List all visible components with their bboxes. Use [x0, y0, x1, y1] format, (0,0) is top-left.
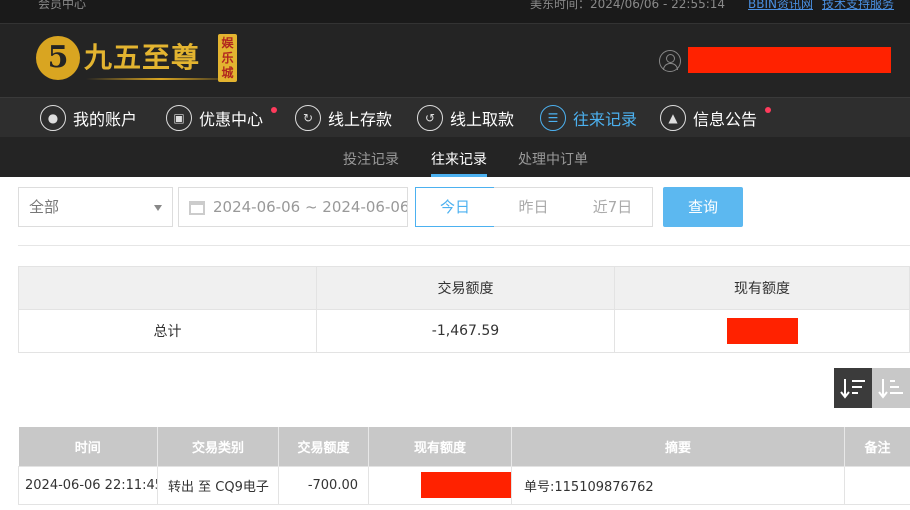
bbin-news-link[interactable]: BBIN资讯网 [748, 0, 813, 12]
nav-label: 线上取款 [450, 110, 515, 129]
query-button[interactable]: 查询 [663, 187, 743, 227]
site-header: 5 九五至尊 娱乐城 [0, 23, 910, 97]
sort-ascending-button[interactable] [872, 368, 910, 408]
header-balance[interactable]: 现有额度 [368, 427, 512, 466]
summary-table: 交易额度 现有额度 总计 -1,467.59 [18, 266, 910, 353]
active-tab-indicator [431, 174, 487, 177]
today-button[interactable]: 今日 [415, 187, 495, 227]
header-type[interactable]: 交易类别 [157, 427, 279, 466]
user-avatar-icon[interactable] [659, 50, 681, 72]
select-value: 全部 [29, 198, 60, 216]
tab-transaction-records[interactable]: 往来记录 [431, 149, 487, 169]
logo-ornament [86, 78, 236, 80]
deposit-icon: ↻ [295, 105, 321, 131]
summary-total-amount: -1,467.59 [316, 309, 615, 353]
logo-mark: 5 [36, 36, 80, 80]
header-note[interactable]: 备注 [844, 427, 910, 466]
record-icon: ☰ [540, 105, 566, 131]
table-row: 2024-06-06 22:11:45 转出 至 CQ9电子 -700.00 单… [18, 465, 910, 505]
sort-descending-button[interactable] [834, 368, 872, 408]
summary-header-empty [18, 266, 317, 310]
header-summary[interactable]: 摘要 [511, 427, 845, 466]
sub-nav: 投注记录 往来记录 处理中订单 [0, 137, 910, 177]
redacted-row-balance [421, 472, 511, 498]
date-range-input[interactable]: 2024-06-06 ~ 2024-06-06 [178, 187, 408, 227]
brand-name: 九五至尊 [84, 41, 201, 74]
detail-header-row: 时间 交易类别 交易额度 现有额度 摘要 备注 [18, 427, 910, 466]
member-center-label: 会员中心 [38, 0, 87, 11]
header-amount[interactable]: 交易额度 [278, 427, 369, 466]
date-range-value: 2024-06-06 ~ 2024-06-06 [213, 198, 408, 216]
brand-logo[interactable]: 5 九五至尊 娱乐城 [36, 34, 246, 88]
nav-label: 我的账户 [73, 110, 138, 129]
nav-label: 往来记录 [573, 110, 638, 129]
nav-my-account[interactable]: ● 我的账户 [40, 98, 137, 138]
nav-label: 信息公告 [693, 110, 758, 129]
last-7-days-button[interactable]: 近7日 [573, 187, 653, 227]
promotions-notification-dot [271, 107, 277, 113]
redacted-username [688, 47, 891, 73]
caret-down-icon [154, 205, 162, 211]
row-amount: -700.00 [278, 465, 369, 505]
sort-asc-icon [878, 379, 903, 399]
summary-total-balance [614, 309, 910, 353]
row-note [844, 465, 910, 505]
user-icon: ● [40, 105, 66, 131]
nav-transaction-records[interactable]: ☰ 往来记录 [540, 98, 637, 138]
row-balance [368, 465, 512, 505]
east-time: 美东时间：2024/06/06 - 22:55:14 [530, 0, 726, 11]
row-time: 2024-06-06 22:11:45 [18, 465, 158, 505]
redacted-balance [726, 318, 798, 344]
nav-online-withdraw[interactable]: ↺ 线上取款 [417, 98, 514, 138]
filter-divider [18, 245, 910, 246]
nav-label: 线上存款 [328, 110, 393, 129]
tech-support-link[interactable]: 技术支持服务 [822, 0, 894, 12]
sort-desc-icon [840, 379, 865, 399]
tab-pending-orders[interactable]: 处理中订单 [518, 149, 588, 169]
nav-online-deposit[interactable]: ↻ 线上存款 [295, 98, 392, 138]
summary-total-label: 总计 [18, 309, 317, 353]
bell-icon: ▲ [660, 105, 686, 131]
transaction-detail-table: 时间 交易类别 交易额度 现有额度 摘要 备注 2024-06-06 22:11… [18, 427, 910, 505]
row-summary: 单号:115109876762 [511, 465, 845, 505]
summary-header-amount: 交易额度 [316, 266, 615, 310]
header-time[interactable]: 时间 [18, 427, 158, 466]
nav-announcements[interactable]: ▲ 信息公告 [660, 98, 757, 138]
summary-header-balance: 现有额度 [614, 266, 910, 310]
announcements-notification-dot [765, 107, 771, 113]
row-type: 转出 至 CQ9电子 [157, 465, 279, 505]
nav-label: 优惠中心 [199, 110, 264, 129]
tab-bet-records[interactable]: 投注记录 [343, 149, 399, 169]
top-strip: 会员中心 美东时间：2024/06/06 - 22:55:14 BBIN资讯网 … [0, 0, 910, 23]
main-nav: ● 我的账户 ▣ 优惠中心 ↻ 线上存款 ↺ 线上取款 ☰ 往来记录 ▲ 信息公… [0, 97, 910, 137]
transaction-type-select[interactable]: 全部 [18, 187, 173, 227]
summary-header-row: 交易额度 现有额度 [18, 266, 910, 310]
brand-badge: 娱乐城 [218, 34, 237, 82]
summary-total-row: 总计 -1,467.59 [18, 309, 910, 353]
yesterday-button[interactable]: 昨日 [494, 187, 574, 227]
calendar-icon [189, 201, 205, 215]
gift-icon: ▣ [166, 105, 192, 131]
withdraw-icon: ↺ [417, 105, 443, 131]
nav-promotions[interactable]: ▣ 优惠中心 [166, 98, 263, 138]
